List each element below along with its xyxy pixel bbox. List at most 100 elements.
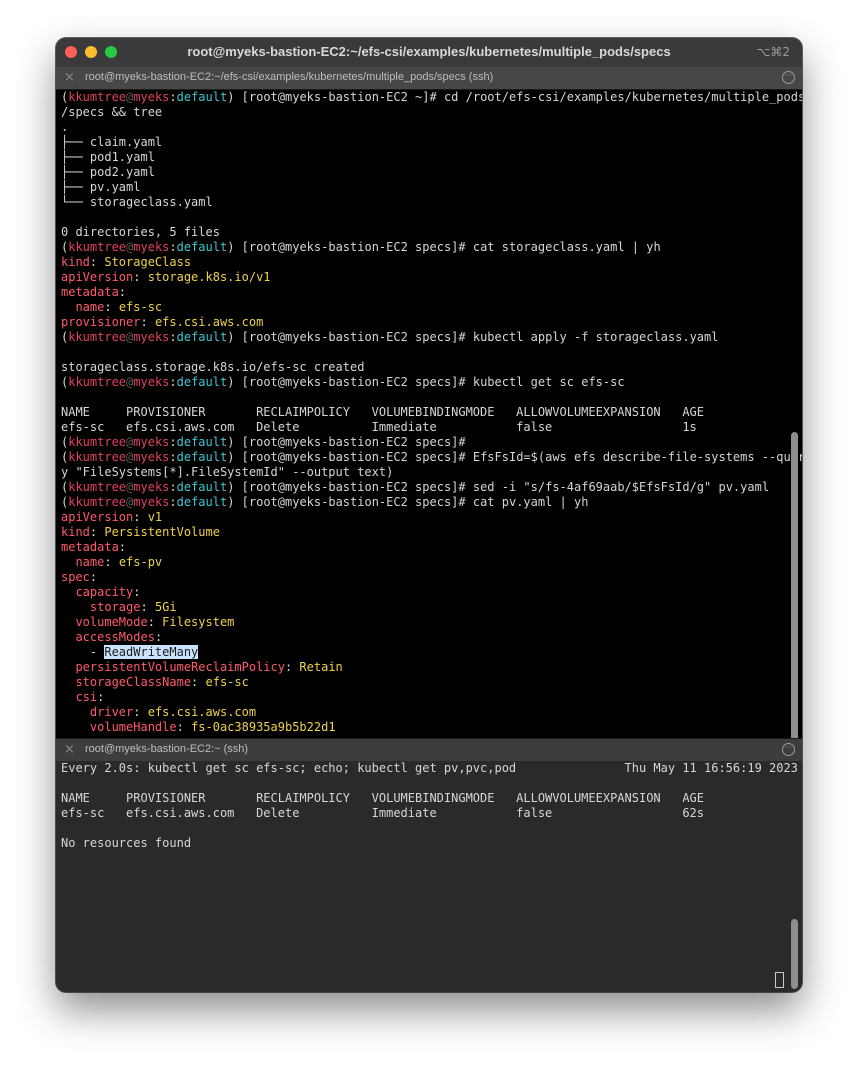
terminal-line: - ReadWriteMany — [61, 645, 199, 659]
terminal-line: (kkumtree@myeks:default) [root@myeks-bas… — [61, 480, 769, 494]
yaml-key: name — [75, 555, 105, 569]
terminal-line: driver: efs.csi.aws.com — [61, 705, 256, 719]
pane-menu-icon[interactable]: ··· — [782, 743, 795, 756]
yaml-indent — [61, 645, 90, 659]
prompt-user: kkumtree — [68, 480, 127, 494]
terminal-line: NAME PROVISIONER RECLAIMPOLICY VOLUMEBIN… — [61, 405, 704, 419]
yaml-value: StorageClass — [104, 255, 192, 269]
terminal-line: (kkumtree@myeks:default) [root@myeks-bas… — [61, 90, 802, 104]
yaml-value: efs.csi.aws.com — [147, 705, 257, 719]
command-text: cat storageclass.yaml | yh — [472, 240, 661, 254]
terminal-pane-top[interactable]: (kkumtree@myeks:default) [root@myeks-bas… — [56, 90, 802, 738]
yaml-indent — [61, 615, 75, 629]
command-text: EfsFsId=$(aws efs describe-file-systems … — [472, 450, 802, 464]
yaml-key: volumeMode — [75, 615, 148, 629]
terminal-line: (kkumtree@myeks:default) [root@myeks-bas… — [61, 330, 718, 344]
yaml-value: PersistentVolume — [104, 525, 220, 539]
yaml-colon: : — [284, 660, 300, 674]
prompt-colon: : — [169, 330, 177, 344]
terminal-pane-bottom[interactable]: Every 2.0s: kubectl get sc efs-sc; echo;… — [56, 761, 802, 992]
terminal-line: ├── pv.yaml — [61, 180, 141, 194]
scrollbar-top[interactable] — [791, 432, 798, 738]
yaml-key: metadata — [61, 540, 119, 554]
yaml-value: Retain — [299, 660, 343, 674]
terminal-window: root@myeks-bastion-EC2:~/efs-csi/example… — [56, 38, 802, 992]
terminal-line: (kkumtree@myeks:default) [root@myeks-bas… — [61, 240, 661, 254]
prompt-host: myeks — [133, 495, 170, 509]
pane-title-bottom: root@myeks-bastion-EC2:~ (ssh) — [85, 743, 249, 755]
yaml-key: csi — [75, 690, 98, 704]
scrollbar-bottom[interactable] — [791, 919, 798, 989]
terminal-line: metadata: — [61, 285, 133, 299]
prompt-host: myeks — [133, 240, 170, 254]
prompt-colon: : — [169, 90, 177, 104]
terminal-line: ├── pod2.yaml — [61, 165, 155, 179]
prompt-shell: ) [root@myeks-bastion-EC2 specs]# — [227, 450, 473, 464]
prompt-host: myeks — [133, 90, 170, 104]
prompt-shell: ) [root@myeks-bastion-EC2 specs]# — [227, 480, 473, 494]
selected-text: ReadWriteMany — [104, 645, 199, 659]
yaml-key: volumeHandle — [89, 720, 177, 734]
pane-menu-icon[interactable]: ··· — [782, 71, 795, 84]
yaml-colon: : — [89, 525, 105, 539]
terminal-line: kind: PersistentVolume — [61, 525, 220, 539]
prompt-shell: ) [root@myeks-bastion-EC2 ~]# — [227, 90, 444, 104]
terminal-line: capacity: — [61, 585, 148, 599]
terminal-output-bottom: Every 2.0s: kubectl get sc efs-sc; echo;… — [56, 761, 802, 851]
yaml-value: efs-sc — [205, 675, 249, 689]
prompt-namespace: default — [176, 330, 228, 344]
yaml-colon: : — [140, 315, 155, 329]
yaml-colon: : — [118, 540, 134, 554]
pane-header-top[interactable]: × root@myeks-bastion-EC2:~/efs-csi/examp… — [56, 67, 802, 90]
window-shortcut: ⌥⌘2 — [756, 45, 790, 59]
yaml-colon: : — [104, 300, 119, 314]
yaml-key: accessModes — [75, 630, 155, 644]
terminal-line: (kkumtree@myeks:default) [root@myeks-bas… — [61, 375, 625, 389]
pane-header-bottom[interactable]: × root@myeks-bastion-EC2:~ (ssh) ··· — [56, 738, 802, 762]
prompt-user: kkumtree — [68, 375, 127, 389]
terminal-line: apiVersion: v1 — [61, 510, 162, 524]
yaml-key: capacity — [75, 585, 134, 599]
terminal-line: accessModes: — [61, 630, 169, 644]
prompt-namespace: default — [176, 435, 228, 449]
yaml-key: metadata — [61, 285, 119, 299]
terminal-line: /specs && tree — [61, 105, 163, 119]
prompt-user: kkumtree — [68, 495, 127, 509]
command-text: kubectl get sc efs-sc — [472, 375, 625, 389]
yaml-indent — [61, 705, 90, 719]
prompt-namespace: default — [176, 495, 228, 509]
yaml-colon: : — [133, 585, 148, 599]
prompt-host: myeks — [133, 480, 170, 494]
command-text: sed -i "s/fs-4af69aab/$EfsFsId/g" pv.yam… — [472, 480, 770, 494]
yaml-colon: : — [133, 270, 148, 284]
prompt-shell: ) [root@myeks-bastion-EC2 specs]# — [227, 435, 473, 449]
prompt-namespace: default — [176, 240, 228, 254]
terminal-line: └── storageclass.yaml — [61, 195, 213, 209]
close-pane-icon[interactable]: × — [64, 742, 75, 757]
terminal-output-top: (kkumtree@myeks:default) [root@myeks-bas… — [56, 90, 802, 735]
terminal-line: name: efs-pv — [61, 555, 162, 569]
terminal-line: name: efs-sc — [61, 300, 162, 314]
close-pane-icon[interactable]: × — [64, 70, 75, 85]
yaml-indent — [61, 660, 75, 674]
prompt-colon: : — [169, 495, 177, 509]
yaml-key: provisioner — [61, 315, 141, 329]
terminal-line: storageclass.storage.k8s.io/efs-sc creat… — [61, 360, 365, 374]
terminal-line: efs-sc efs.csi.aws.com Delete Immediate … — [61, 806, 704, 820]
prompt-colon: : — [169, 435, 177, 449]
terminal-line: ├── pod1.yaml — [61, 150, 155, 164]
yaml-value: storage.k8s.io/v1 — [147, 270, 271, 284]
title-bar[interactable]: root@myeks-bastion-EC2:~/efs-csi/example… — [56, 38, 802, 67]
terminal-line: provisioner: efs.csi.aws.com — [61, 315, 263, 329]
prompt-colon: : — [169, 480, 177, 494]
cursor-block — [775, 972, 784, 988]
terminal-line: storageClassName: efs-sc — [61, 675, 249, 689]
terminal-line: 0 directories, 5 files — [61, 225, 220, 239]
terminal-line: (kkumtree@myeks:default) [root@myeks-bas… — [61, 495, 588, 509]
window-title: root@myeks-bastion-EC2:~/efs-csi/example… — [187, 44, 671, 59]
yaml-colon: : — [118, 285, 134, 299]
yaml-key: kind — [61, 255, 90, 269]
yaml-colon: : — [89, 255, 105, 269]
command-text: cat pv.yaml | yh — [472, 495, 589, 509]
yaml-colon: : — [140, 600, 155, 614]
